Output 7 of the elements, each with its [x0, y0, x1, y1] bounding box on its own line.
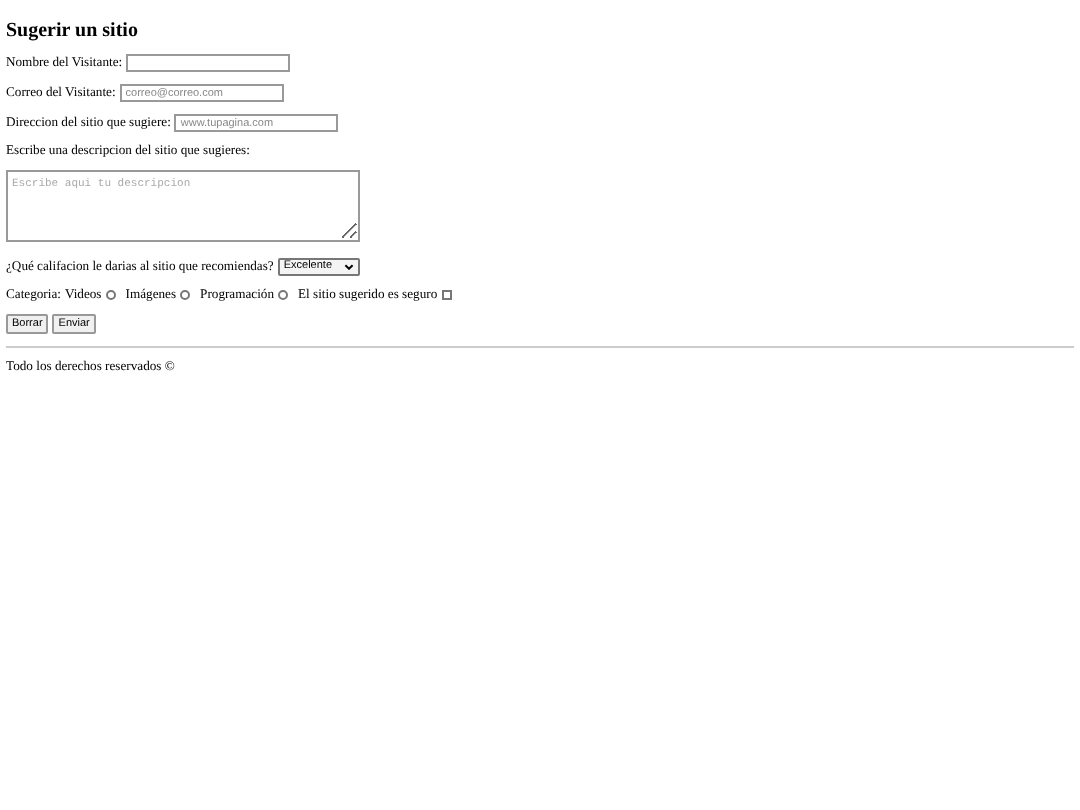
radio-button[interactable] — [180, 290, 191, 300]
page-title: Sugerir un sitio — [6, 20, 138, 42]
radio-button[interactable] — [278, 290, 289, 300]
input-field[interactable] — [126, 54, 291, 72]
checkbox[interactable] — [441, 290, 452, 300]
caret-icon — [344, 264, 354, 270]
radio-button[interactable] — [105, 290, 116, 300]
